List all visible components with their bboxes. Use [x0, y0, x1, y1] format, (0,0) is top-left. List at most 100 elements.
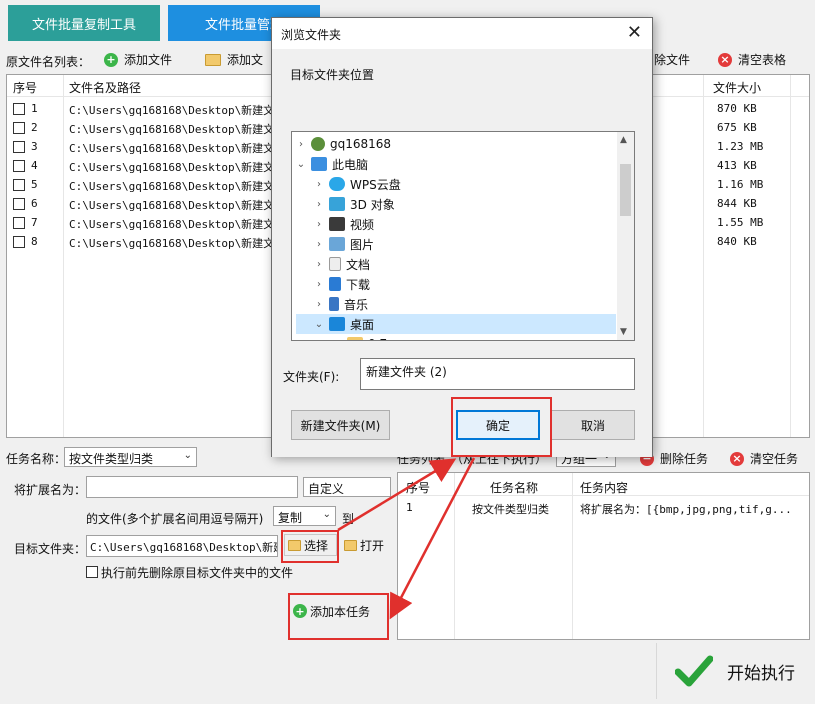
- expand-icon[interactable]: ›: [314, 299, 324, 310]
- folder-tree: › gq168168 ⌄ 此电脑 › WPS云盘 › 3D 对象 › 视频 › 图片 › 文档 › 下载 › 音乐…: [291, 131, 635, 341]
- task-name-value: 按文件类型归类: [69, 452, 154, 466]
- plus-icon: +: [293, 604, 307, 618]
- row-size: 1.16 MB: [717, 178, 764, 191]
- chevron-down-icon: ⌄: [322, 509, 331, 520]
- tree-item[interactable]: ⌄ 桌面: [296, 314, 616, 334]
- cancel-button[interactable]: 取消: [551, 410, 635, 440]
- expand-icon[interactable]: ⌄: [314, 319, 324, 330]
- clear-table-button[interactable]: × 清空表格: [718, 51, 786, 68]
- expand-icon[interactable]: ›: [314, 259, 324, 270]
- checkmark-icon: [675, 655, 713, 687]
- row-index: 8: [31, 235, 38, 248]
- row-checkbox[interactable]: [13, 141, 25, 153]
- folder-name-input[interactable]: 新建文件夹 (2): [360, 358, 635, 390]
- expand-icon[interactable]: ⌄: [296, 159, 306, 170]
- new-folder-button[interactable]: 新建文件夹(M): [291, 410, 390, 440]
- tree-item[interactable]: › gq168168: [296, 134, 616, 154]
- tree-scrollbar[interactable]: ▲ ▼: [617, 132, 634, 340]
- operation-value: 复制: [278, 511, 303, 525]
- picture-icon: [329, 237, 345, 251]
- start-execute-button[interactable]: 开始执行: [656, 643, 810, 699]
- row-checkbox[interactable]: [13, 179, 25, 191]
- tree-item[interactable]: › 图片: [296, 234, 616, 254]
- task-row-name: 按文件类型归类: [472, 503, 549, 516]
- expand-icon[interactable]: ›: [314, 199, 324, 210]
- tree-item[interactable]: 0.7: [296, 334, 616, 340]
- ok-button[interactable]: 确定: [456, 410, 540, 440]
- task-name-label: 任务名称：: [6, 452, 67, 466]
- browse-folder-dialog: 浏览文件夹 ✕ 目标文件夹位置 › gq168168 ⌄ 此电脑 › WPS云盘 › 3D 对…: [271, 17, 653, 457]
- row-size: 675 KB: [717, 121, 757, 134]
- add-folder-button[interactable]: 添加文: [205, 51, 263, 68]
- row-path: C:\Users\gq168168\Desktop\新建文件: [69, 161, 286, 174]
- download-icon: [329, 277, 341, 291]
- folder-icon: [288, 539, 301, 551]
- row-path: C:\Users\gq168168\Desktop\新建文件: [69, 142, 286, 155]
- expand-icon[interactable]: ›: [314, 179, 324, 190]
- video-icon: [329, 217, 345, 231]
- row-checkbox[interactable]: [13, 236, 25, 248]
- task-header-content: 任务内容: [580, 481, 629, 495]
- row-checkbox[interactable]: [13, 198, 25, 210]
- tree-item-label: 下载: [346, 277, 371, 292]
- add-folder-label: 添加文: [227, 53, 264, 67]
- ext-input[interactable]: [86, 476, 298, 498]
- target-folder-input[interactable]: C:\Users\gq168168\Desktop\新建文: [86, 535, 278, 557]
- row-path: C:\Users\gq168168\Desktop\新建文件: [69, 180, 286, 193]
- row-path: C:\Users\gq168168\Desktop\新建文件: [69, 104, 286, 117]
- tree-item[interactable]: › 音乐: [296, 294, 616, 314]
- custom-select[interactable]: 自定义: [303, 477, 391, 497]
- row-index: 2: [31, 121, 38, 134]
- music-icon: [329, 297, 339, 311]
- scroll-thumb[interactable]: [620, 164, 631, 216]
- row-checkbox[interactable]: [13, 217, 25, 229]
- tree-item-label: WPS云盘: [350, 177, 401, 192]
- delete-before-label: 执行前先删除原目标文件夹中的文件: [101, 566, 294, 580]
- row-path: C:\Users\gq168168\Desktop\新建文件: [69, 199, 286, 212]
- tree-item-label: 桌面: [350, 317, 375, 332]
- tree-item[interactable]: › 视频: [296, 214, 616, 234]
- row-index: 5: [31, 178, 38, 191]
- tree-item-label: 0.7: [368, 337, 387, 340]
- folder-icon: [347, 337, 363, 340]
- operation-select[interactable]: 复制 ⌄: [273, 506, 336, 526]
- expand-icon[interactable]: ›: [296, 139, 306, 150]
- clear-tasks-label: 清空任务: [750, 452, 799, 466]
- task-name-select[interactable]: 按文件类型归类 ⌄: [64, 447, 197, 467]
- select-folder-button[interactable]: 选择: [284, 534, 337, 556]
- row-size: 840 KB: [717, 235, 757, 248]
- remove-file-label: 除文件: [654, 53, 691, 67]
- delete-before-checkbox[interactable]: [86, 566, 98, 578]
- open-folder-button[interactable]: 打开: [340, 534, 386, 556]
- dialog-prompt: 目标文件夹位置: [290, 68, 375, 82]
- expand-icon[interactable]: ›: [314, 219, 324, 230]
- computer-icon: [311, 157, 327, 171]
- document-icon: [329, 257, 341, 271]
- tree-item[interactable]: › 文档: [296, 254, 616, 274]
- delete-task-label: 删除任务: [660, 452, 709, 466]
- row-checkbox[interactable]: [13, 160, 25, 172]
- clear-tasks-button[interactable]: × 清空任务: [730, 450, 798, 467]
- tree-item[interactable]: › WPS云盘: [296, 174, 616, 194]
- row-checkbox[interactable]: [13, 103, 25, 115]
- row-size: 413 KB: [717, 159, 757, 172]
- expand-icon[interactable]: ›: [314, 279, 324, 290]
- plus-icon: +: [104, 52, 118, 67]
- tree-item[interactable]: › 下载: [296, 274, 616, 294]
- tree-item[interactable]: ⌄ 此电脑: [296, 154, 616, 174]
- row-index: 6: [31, 197, 38, 210]
- scroll-down-icon[interactable]: ▼: [620, 327, 627, 337]
- tree-item[interactable]: › 3D 对象: [296, 194, 616, 214]
- add-file-button[interactable]: + 添加文件: [104, 51, 172, 68]
- custom-value: 自定义: [308, 482, 345, 496]
- row-checkbox[interactable]: [13, 122, 25, 134]
- add-task-button[interactable]: + 添加本任务: [289, 597, 385, 625]
- tree-item-label: 此电脑: [332, 157, 369, 172]
- close-icon[interactable]: ✕: [627, 22, 642, 43]
- scroll-up-icon[interactable]: ▲: [620, 135, 627, 145]
- remove-file-button[interactable]: 除文件: [654, 51, 690, 68]
- files-hint-label: 的文件(多个扩展名间用逗号隔开): [86, 512, 264, 526]
- expand-icon[interactable]: ›: [314, 239, 324, 250]
- tab-file-copy-tool[interactable]: 文件批量复制工具: [8, 5, 160, 41]
- target-folder-label: 目标文件夹：: [14, 542, 87, 556]
